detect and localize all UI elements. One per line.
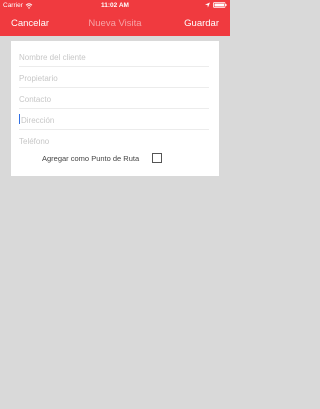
status-icons xyxy=(205,2,227,8)
phone-field xyxy=(19,131,209,151)
address-field xyxy=(19,110,209,130)
status-bar: Carrier 11:02 AM xyxy=(0,0,230,12)
clock: 11:02 AM xyxy=(101,2,129,9)
address-input[interactable] xyxy=(19,113,209,127)
route-point-label: Agregar como Punto de Ruta xyxy=(42,154,140,163)
contact-field xyxy=(19,89,209,109)
visit-form: Agregar como Punto de Ruta xyxy=(11,41,219,176)
owner-field xyxy=(19,68,209,88)
client-name-field xyxy=(19,47,209,67)
battery-icon xyxy=(213,2,227,8)
route-point-row: Agregar como Punto de Ruta xyxy=(11,152,219,166)
header: Carrier 11:02 AM Cancelar Nueva Visita G… xyxy=(0,0,230,36)
save-button[interactable]: Guardar xyxy=(184,18,219,29)
location-icon xyxy=(205,2,210,8)
contact-input[interactable] xyxy=(19,92,207,106)
phone-input[interactable] xyxy=(19,134,207,148)
client-name-input[interactable] xyxy=(19,50,207,64)
owner-input[interactable] xyxy=(19,71,207,85)
nav-bar: Cancelar Nueva Visita Guardar xyxy=(0,12,230,36)
route-point-checkbox[interactable] xyxy=(152,153,162,163)
